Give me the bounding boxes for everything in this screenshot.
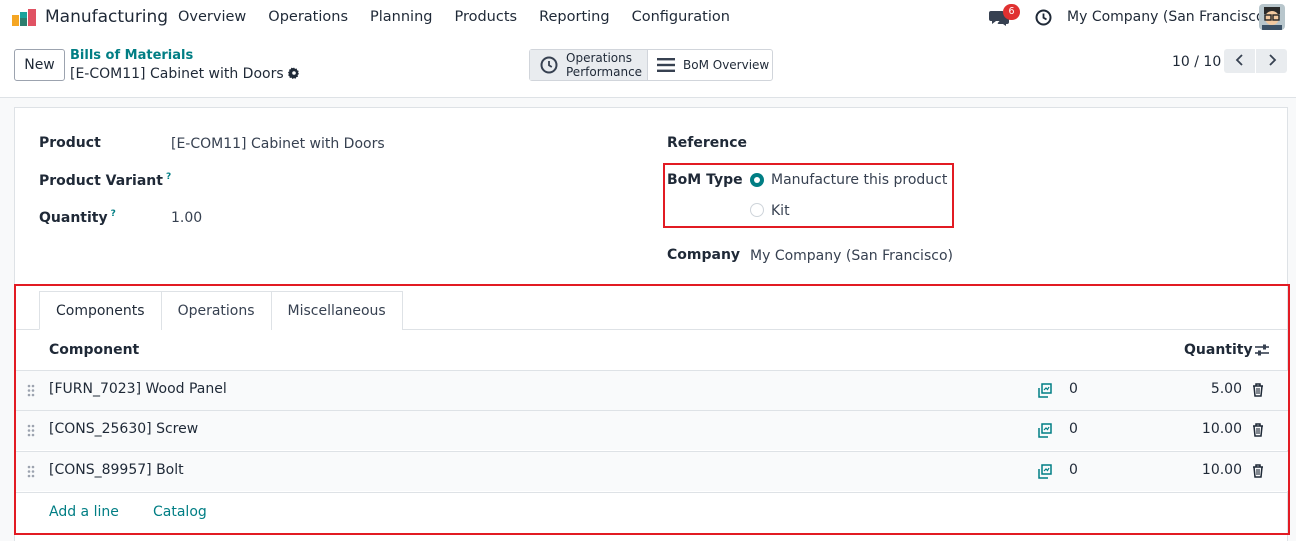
menu-reporting[interactable]: Reporting <box>539 9 610 25</box>
product-variant-label-text: Product Variant <box>39 173 163 189</box>
column-header-component[interactable]: Component <box>49 342 139 358</box>
notebook-tabs: Components Operations Miscellaneous <box>39 291 403 330</box>
column-header-quantity[interactable]: Quantity <box>1184 342 1253 358</box>
manufacturing-app-icon[interactable] <box>12 9 36 26</box>
top-navbar: Manufacturing Overview Operations Planni… <box>0 0 1296 36</box>
menu-operations[interactable]: Operations <box>268 9 348 25</box>
reference-label: Reference <box>667 135 748 151</box>
component-quantity[interactable]: 10.00 <box>1202 462 1242 478</box>
table-row[interactable]: [CONS_89957] Bolt 0 10.00 <box>16 451 1288 491</box>
component-name[interactable]: [CONS_25630] Screw <box>49 421 198 437</box>
bom-type-option-kit[interactable]: Kit <box>771 203 790 219</box>
user-avatar[interactable] <box>1259 4 1285 30</box>
pager-next-button[interactable] <box>1256 49 1287 73</box>
reference-field[interactable] <box>750 135 1250 155</box>
forecast-icon[interactable] <box>1038 423 1052 438</box>
trash-icon[interactable] <box>1252 464 1264 478</box>
available-quantity: 0 <box>1069 421 1078 437</box>
gear-icon[interactable] <box>287 67 300 79</box>
help-tooltip-icon[interactable]: ? <box>111 209 116 219</box>
smart-buttons: Operations Performance BoM Overview <box>529 49 773 81</box>
new-button[interactable]: New <box>14 49 65 81</box>
product-field[interactable]: [E-COM11] Cabinet with Doors <box>171 136 385 152</box>
menu-configuration[interactable]: Configuration <box>632 9 730 25</box>
bom-overview-label: BoM Overview <box>683 58 770 72</box>
chevron-right-icon <box>1268 53 1276 66</box>
company-switcher[interactable]: My Company (San Francisco) <box>1067 9 1270 25</box>
drag-handle-icon[interactable] <box>27 384 35 397</box>
breadcrumb-current: [E-COM11] Cabinet with Doors <box>70 66 300 82</box>
product-label: Product <box>39 135 101 151</box>
menu-products[interactable]: Products <box>454 9 517 25</box>
column-settings-icon[interactable] <box>1254 343 1270 357</box>
add-line-link[interactable]: Add a line <box>49 504 119 520</box>
menu-overview[interactable]: Overview <box>178 9 246 25</box>
component-quantity[interactable]: 10.00 <box>1202 421 1242 437</box>
drag-handle-icon[interactable] <box>27 424 35 437</box>
table-row[interactable]: [FURN_7023] Wood Panel 0 5.00 <box>16 370 1288 410</box>
pager-previous-button[interactable] <box>1224 49 1255 73</box>
forecast-icon[interactable] <box>1038 464 1052 479</box>
trash-icon[interactable] <box>1252 383 1264 397</box>
company-label: Company <box>667 247 741 263</box>
radio-manufacture[interactable] <box>750 173 764 187</box>
catalog-link[interactable]: Catalog <box>153 504 207 520</box>
product-variant-label: Product Variant? <box>39 172 171 189</box>
bom-type-option-manufacture[interactable]: Manufacture this product <box>771 172 947 188</box>
main-menu: Overview Operations Planning Products Re… <box>178 9 752 25</box>
control-panel: New Bills of Materials [E-COM11] Cabinet… <box>0 36 1296 98</box>
pager-value[interactable]: 10 / 10 <box>1172 54 1221 70</box>
tab-operations[interactable]: Operations <box>160 291 272 330</box>
row-divider <box>16 492 1288 493</box>
quantity-field[interactable]: 1.00 <box>171 210 202 226</box>
quantity-label-text: Quantity <box>39 210 108 226</box>
drag-handle-icon[interactable] <box>27 465 35 478</box>
table-row[interactable]: [CONS_25630] Screw 0 10.00 <box>16 410 1288 450</box>
chevron-left-icon <box>1235 53 1243 66</box>
available-quantity: 0 <box>1069 381 1078 397</box>
operations-label-line1: Operations <box>566 51 632 65</box>
component-name[interactable]: [CONS_89957] Bolt <box>49 462 184 478</box>
clock-icon <box>540 56 558 74</box>
forecast-icon[interactable] <box>1038 383 1052 398</box>
tab-miscellaneous[interactable]: Miscellaneous <box>270 291 403 330</box>
bom-overview-button[interactable]: BoM Overview <box>648 50 772 80</box>
breadcrumb-parent[interactable]: Bills of Materials <box>70 48 193 63</box>
bom-type-label: BoM Type <box>667 172 743 188</box>
tab-components[interactable]: Components <box>39 291 162 330</box>
available-quantity: 0 <box>1069 462 1078 478</box>
app-name[interactable]: Manufacturing <box>45 7 168 27</box>
list-icon <box>657 58 675 72</box>
component-name[interactable]: [FURN_7023] Wood Panel <box>49 381 227 397</box>
company-field[interactable]: My Company (San Francisco) <box>750 248 953 264</box>
activity-clock-icon[interactable] <box>1035 9 1052 26</box>
operations-performance-button[interactable]: Operations Performance <box>530 50 648 80</box>
operations-label-line2: Performance <box>566 65 643 79</box>
component-quantity[interactable]: 5.00 <box>1211 381 1242 397</box>
quantity-label: Quantity? <box>39 209 116 226</box>
menu-planning[interactable]: Planning <box>370 9 432 25</box>
product-variant-field[interactable] <box>171 172 591 192</box>
radio-kit[interactable] <box>750 203 764 217</box>
trash-icon[interactable] <box>1252 423 1264 437</box>
notification-badge: 6 <box>1003 4 1020 20</box>
operations-performance-label: Operations Performance <box>566 51 642 79</box>
record-title: [E-COM11] Cabinet with Doors <box>70 66 284 82</box>
